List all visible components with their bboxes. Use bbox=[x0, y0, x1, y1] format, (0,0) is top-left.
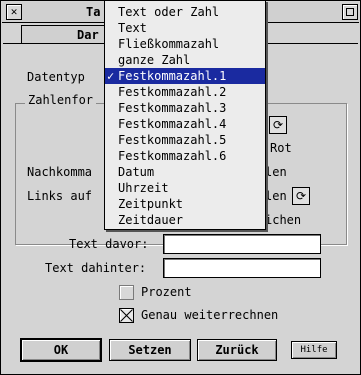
cycle-icon[interactable]: ⟳ bbox=[292, 187, 310, 205]
menu-item[interactable]: Festkommazahl.4 bbox=[105, 116, 265, 132]
menu-item[interactable]: Datum bbox=[105, 164, 265, 180]
ok-button[interactable]: OK bbox=[21, 339, 101, 361]
genau-checkbox[interactable] bbox=[119, 308, 134, 323]
tab-label: Dar bbox=[77, 28, 99, 42]
menu-item-label: Festkommazahl.2 bbox=[118, 85, 227, 99]
menu-item[interactable]: Festkommazahl.3 bbox=[105, 100, 265, 116]
menu-item-label: Uhrzeit bbox=[118, 181, 169, 195]
color-value: Rot bbox=[270, 141, 292, 155]
menu-item[interactable]: ✓ Festkommazahl.1 bbox=[105, 68, 265, 84]
menu-item-label: Datum bbox=[118, 165, 155, 179]
menu-item-label: Festkommazahl.3 bbox=[118, 101, 227, 115]
text-davor-field[interactable] bbox=[163, 234, 321, 254]
menu-item-label: Festkommazahl.6 bbox=[118, 149, 227, 163]
menu-item[interactable]: Zeitdauer bbox=[105, 212, 265, 228]
ok-label: OK bbox=[53, 343, 69, 357]
text-davor-label: Text davor: bbox=[69, 237, 149, 251]
links-label: Links auf bbox=[27, 189, 93, 203]
menu-item[interactable]: Festkommazahl.6 bbox=[105, 148, 265, 164]
zurueck-button[interactable]: Zurück bbox=[197, 339, 277, 361]
menu-item-label: Fließkommazahl bbox=[118, 37, 220, 51]
menu-item-label: Festkommazahl.1 bbox=[118, 69, 227, 83]
menu-item[interactable]: ganze Zahl bbox=[105, 52, 265, 68]
menu-item-label: ganze Zahl bbox=[118, 53, 191, 67]
menu-item-label: Festkommazahl.5 bbox=[118, 133, 227, 147]
menu-item[interactable]: Text oder Zahl bbox=[105, 4, 265, 20]
zeichen-value: ichen bbox=[265, 213, 302, 227]
checkmark-icon: ✓ bbox=[107, 69, 115, 83]
menu-item-label: Festkommazahl.4 bbox=[118, 117, 227, 131]
cycle-icon[interactable]: ⟳ bbox=[269, 116, 287, 134]
menu-item-label: Text oder Zahl bbox=[118, 5, 220, 19]
menu-item[interactable]: Zeitpunkt bbox=[105, 196, 265, 212]
datentyp-popup-menu[interactable]: Text oder Zahl Text Fließkommazahl ganze Za… bbox=[104, 0, 266, 230]
links-value: len bbox=[265, 189, 287, 203]
menu-item[interactable]: Festkommazahl.2 bbox=[105, 84, 265, 100]
menu-item[interactable]: Text bbox=[105, 20, 265, 36]
datentyp-label: Datentyp bbox=[27, 70, 85, 84]
menu-item-label: Text bbox=[118, 21, 147, 35]
close-icon[interactable]: ✕ bbox=[6, 4, 22, 20]
menu-item[interactable]: Festkommazahl.5 bbox=[105, 132, 265, 148]
fullscreen-icon[interactable] bbox=[342, 4, 358, 20]
zurueck-label: Zurück bbox=[215, 343, 259, 357]
window-title: Ta bbox=[86, 5, 101, 19]
text-dahinter-field[interactable] bbox=[163, 258, 321, 278]
menu-item[interactable]: Uhrzeit bbox=[105, 180, 265, 196]
menu-item-label: Zeitdauer bbox=[118, 213, 184, 227]
setzen-label: Setzen bbox=[128, 343, 172, 357]
menu-item[interactable]: Fließkommazahl bbox=[105, 36, 265, 52]
nachkomma-value: len bbox=[265, 165, 287, 179]
text-dahinter-label: Text dahinter: bbox=[45, 261, 147, 275]
hilfe-button[interactable]: Hilfe bbox=[291, 341, 337, 359]
prozent-label: Prozent bbox=[141, 285, 192, 299]
group-title: Zahlenfor bbox=[25, 93, 97, 107]
setzen-button[interactable]: Setzen bbox=[109, 339, 191, 361]
nachkomma-label: Nachkomma bbox=[27, 165, 93, 179]
menu-item-label: Zeitpunkt bbox=[118, 197, 184, 211]
prozent-checkbox[interactable] bbox=[119, 285, 134, 300]
genau-label: Genau weiterrechnen bbox=[141, 308, 279, 322]
hilfe-label: Hilfe bbox=[300, 345, 328, 355]
